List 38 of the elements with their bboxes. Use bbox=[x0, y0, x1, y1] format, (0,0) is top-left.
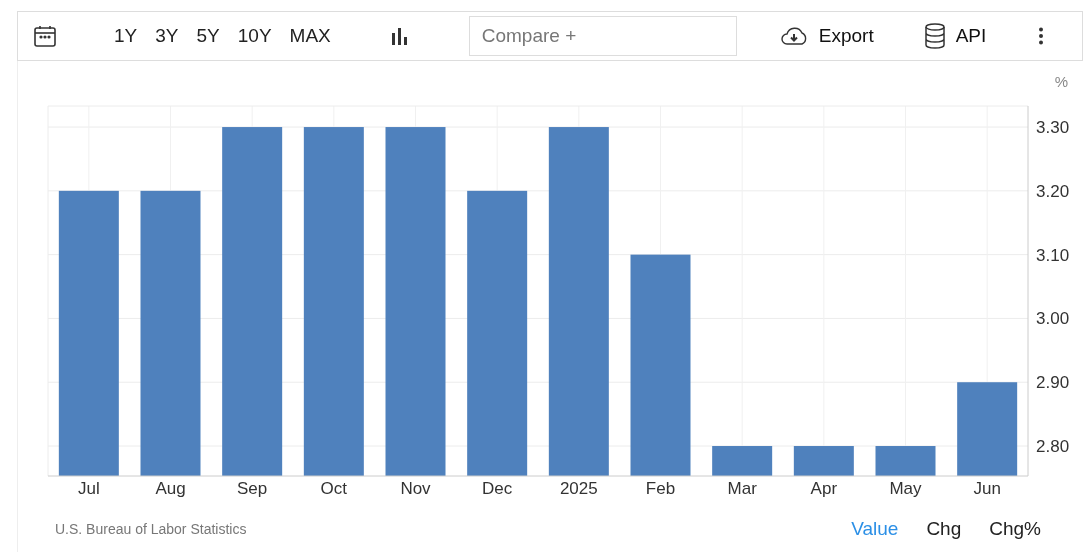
bar bbox=[875, 446, 936, 476]
bar-chart-icon[interactable] bbox=[390, 27, 409, 45]
export-button[interactable]: Export bbox=[778, 25, 874, 47]
y-axis-label: 2.80 bbox=[1036, 437, 1070, 456]
range-button[interactable]: 10Y bbox=[228, 25, 281, 47]
y-axis-label: 3.10 bbox=[1036, 245, 1070, 265]
y-axis-label: 3.30 bbox=[1036, 118, 1070, 138]
database-icon bbox=[923, 23, 946, 49]
x-axis-label: Nov bbox=[400, 479, 431, 498]
unit-label: % bbox=[1054, 73, 1068, 90]
source-text: U.S. Bureau of Labor Statistics bbox=[55, 521, 247, 537]
x-axis-label: Feb bbox=[645, 479, 676, 498]
y-axis-label: 3.20 bbox=[1036, 181, 1070, 201]
bar bbox=[793, 446, 854, 476]
x-axis-label: Apr bbox=[810, 479, 838, 498]
x-axis-label: May bbox=[889, 479, 922, 498]
calendar-icon[interactable] bbox=[33, 24, 57, 48]
api-button[interactable]: API bbox=[923, 23, 987, 49]
more-options-icon[interactable] bbox=[1038, 27, 1045, 45]
mode-tab[interactable]: Chg bbox=[926, 518, 962, 540]
x-axis-label: Oct bbox=[320, 479, 348, 498]
x-axis-label: Mar bbox=[727, 479, 757, 498]
range-button[interactable]: 1Y bbox=[105, 25, 147, 47]
x-axis-label: Jun bbox=[973, 479, 1001, 498]
range-button[interactable]: 5Y bbox=[187, 25, 229, 47]
x-axis-label: Jul bbox=[77, 479, 100, 498]
y-axis-label: 2.90 bbox=[1036, 373, 1070, 393]
mode-tab[interactable]: Chg% bbox=[989, 518, 1041, 540]
x-axis-label: 2025 bbox=[559, 479, 598, 498]
y-axis-label: 3.00 bbox=[1036, 309, 1070, 329]
bar bbox=[712, 446, 773, 476]
range-button[interactable]: 3Y bbox=[146, 25, 188, 47]
x-axis-label: Dec bbox=[482, 479, 513, 498]
x-axis-label: Sep bbox=[237, 479, 268, 498]
cloud-download-icon bbox=[778, 26, 809, 46]
compare-field[interactable]: Compare + bbox=[468, 16, 737, 56]
range-button[interactable]: MAX bbox=[280, 25, 340, 47]
x-axis-label: Aug bbox=[155, 479, 186, 498]
